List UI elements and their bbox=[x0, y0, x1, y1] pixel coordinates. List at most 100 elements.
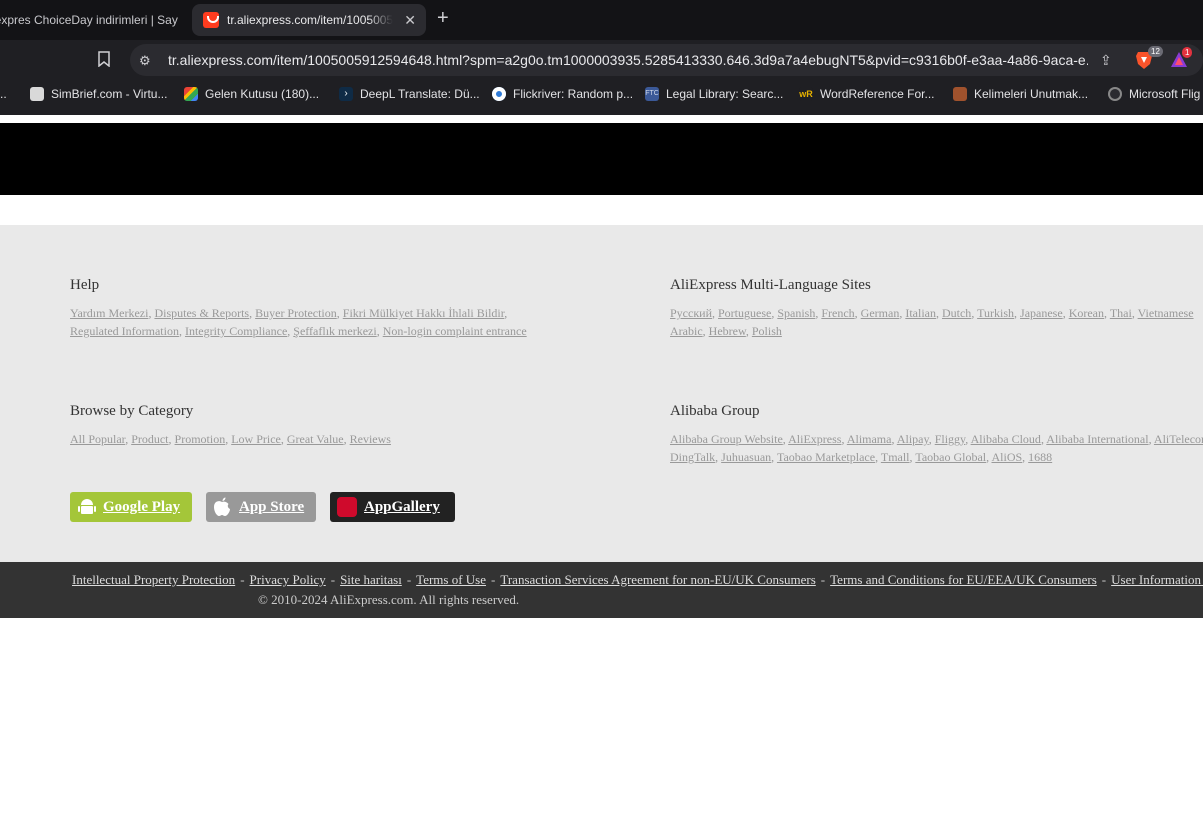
bookmark-label: Legal Library: Searc... bbox=[666, 87, 784, 101]
bookmark-item[interactable]: Microsoft Flig bbox=[1108, 87, 1200, 101]
footer-link[interactable]: Alibaba Group Website bbox=[670, 432, 783, 446]
footer-link[interactable]: Buyer Protection bbox=[255, 306, 337, 320]
footer-link[interactable]: Alibaba Cloud bbox=[971, 432, 1041, 446]
footer-link[interactable]: Taobao Global bbox=[915, 450, 986, 464]
app-gallery-button[interactable]: AppGallery bbox=[330, 492, 455, 522]
footer-link[interactable]: Regulated Information bbox=[70, 324, 179, 338]
footer-link[interactable]: Yardım Merkezi bbox=[70, 306, 148, 320]
footer-link[interactable]: Turkish bbox=[977, 306, 1014, 320]
flickriver-icon bbox=[492, 87, 506, 101]
bookmark-item[interactable]: Kelimeleri Unutmak... bbox=[953, 87, 1088, 101]
footer-link[interactable]: French bbox=[821, 306, 854, 320]
bookmark-label: Flickriver: Random p... bbox=[513, 87, 634, 101]
footer-link[interactable]: Italian bbox=[905, 306, 936, 320]
msfs-icon bbox=[1108, 87, 1122, 101]
footer-link[interactable]: Dutch bbox=[942, 306, 971, 320]
footer-link[interactable]: Arabic bbox=[670, 324, 703, 338]
footer-link[interactable]: Русский bbox=[670, 306, 712, 320]
alibaba-links-line2: DingTalk, Juhuasuan, Taobao Marketplace,… bbox=[670, 450, 1053, 464]
footer-link[interactable]: AliOS bbox=[991, 450, 1022, 464]
google-play-button[interactable]: Google Play bbox=[70, 492, 192, 522]
legal-link[interactable]: Intellectual Property Protection bbox=[72, 572, 235, 587]
footer-link[interactable]: Great Value bbox=[287, 432, 344, 446]
footer-link[interactable]: Alipay bbox=[897, 432, 929, 446]
footer-link[interactable]: Promotion bbox=[175, 432, 226, 446]
kelime-icon bbox=[953, 87, 967, 101]
footer-link[interactable]: Reviews bbox=[350, 432, 391, 446]
footer-link[interactable]: AliTelecom bbox=[1154, 432, 1203, 446]
legal-link[interactable]: User Information Legal Enquiry Guide bbox=[1111, 572, 1203, 587]
footer-link[interactable]: Product bbox=[131, 432, 168, 446]
bookmark-item[interactable]: › DeepL Translate: Dü... bbox=[339, 87, 480, 101]
page-top-strip bbox=[0, 115, 1203, 123]
bookmark-item[interactable]: Flickriver: Random p... bbox=[492, 87, 633, 101]
footer-link[interactable]: Portuguese bbox=[718, 306, 771, 320]
bookmark-label: Gelen Kutusu (180)... bbox=[205, 87, 320, 101]
legal-link[interactable]: Privacy Policy bbox=[250, 572, 326, 587]
footer-link[interactable]: Non-login complaint entrance bbox=[383, 324, 527, 338]
share-icon[interactable]: ⇪ bbox=[1100, 52, 1112, 69]
toolbar: ⚙ tr.aliexpress.com/item/100500591259464… bbox=[0, 40, 1203, 80]
footer-link[interactable]: German bbox=[861, 306, 900, 320]
bookmark-partial[interactable]: i... bbox=[0, 87, 7, 101]
footer-link[interactable]: Spanish bbox=[777, 306, 815, 320]
address-bar[interactable]: ⚙ tr.aliexpress.com/item/100500591259464… bbox=[130, 44, 1203, 76]
footer-link[interactable]: Juhuasuan bbox=[721, 450, 771, 464]
multilang-links-line1: Русский, Portuguese, Spanish, French, Ge… bbox=[670, 306, 1194, 320]
bookmark-item[interactable]: SimBrief.com - Virtu... bbox=[30, 87, 167, 101]
app-store-button[interactable]: App Store bbox=[206, 492, 316, 522]
new-tab-plus-icon[interactable]: + bbox=[437, 8, 449, 28]
footer-link[interactable]: 1688 bbox=[1028, 450, 1052, 464]
legal-link[interactable]: Site haritası bbox=[340, 572, 402, 587]
legal-line1: Intellectual Property Protection - Privacy… bbox=[72, 572, 1203, 588]
footer-link[interactable]: Disputes & Reports bbox=[154, 306, 249, 320]
footer-link[interactable]: Şeffaflık merkezi bbox=[293, 324, 376, 338]
app-store-label: App Store bbox=[239, 498, 305, 515]
footer-link[interactable]: All Popular bbox=[70, 432, 125, 446]
site-info-icon[interactable]: ⚙ bbox=[139, 53, 151, 69]
footer-link[interactable]: Thai bbox=[1110, 306, 1132, 320]
alibaba-links-line1: Alibaba Group Website, AliExpress, Alima… bbox=[670, 430, 1203, 448]
footer-link[interactable]: Tmall bbox=[881, 450, 910, 464]
bookmark-item[interactable]: Gelen Kutusu (180)... bbox=[184, 87, 319, 101]
footer-link[interactable]: Fliggy bbox=[935, 432, 966, 446]
footer-link[interactable]: Alimama bbox=[847, 432, 892, 446]
url-text[interactable]: tr.aliexpress.com/item/1005005912594648.… bbox=[168, 52, 1088, 68]
footer-link[interactable]: Alibaba International bbox=[1046, 432, 1148, 446]
google-play-label: Google Play bbox=[103, 498, 181, 515]
footer-link[interactable]: AliExpress bbox=[788, 432, 841, 446]
bookmark-item[interactable]: FTC Legal Library: Searc... bbox=[645, 87, 783, 101]
footer-link[interactable]: Polish bbox=[752, 324, 782, 338]
footer-link[interactable]: Low Price bbox=[231, 432, 281, 446]
footer-link[interactable]: Fikri Mülkiyet Hakkı İhlali Bildir bbox=[343, 306, 505, 320]
close-icon[interactable]: ✕ bbox=[404, 12, 416, 29]
copyright-text: © 2010-2024 AliExpress.com. All rights r… bbox=[258, 592, 520, 607]
aliexpress-favicon-icon bbox=[203, 12, 219, 28]
help-links: Yardım Merkezi, Disputes & Reports, Buye… bbox=[70, 304, 630, 340]
footer-link[interactable]: Korean bbox=[1069, 306, 1104, 320]
footer-link[interactable]: Integrity Compliance bbox=[185, 324, 287, 338]
legal-link[interactable]: Terms of Use bbox=[416, 572, 486, 587]
browser-chrome: iexpres ChoiceDay indirimleri | Say tr.a… bbox=[0, 0, 1203, 115]
footer-link[interactable]: Hebrew bbox=[709, 324, 746, 338]
footer-link[interactable]: Japanese bbox=[1020, 306, 1063, 320]
section-title: Help bbox=[70, 277, 100, 293]
footer-link[interactable]: Taobao Marketplace bbox=[777, 450, 875, 464]
bookmark-icon[interactable] bbox=[98, 51, 110, 67]
footer-link[interactable]: DingTalk bbox=[670, 450, 715, 464]
bookmark-item[interactable]: wR WordReference For... bbox=[799, 87, 935, 101]
deepl-icon: › bbox=[339, 87, 353, 101]
alibaba-links: Alibaba Group Website, AliExpress, Alima… bbox=[670, 430, 1203, 466]
tab-title: iexpres ChoiceDay indirimleri | Say bbox=[0, 13, 178, 27]
tab-aliexpress-item[interactable]: tr.aliexpress.com/item/1005005 ✕ bbox=[192, 4, 426, 36]
tab-strip: iexpres ChoiceDay indirimleri | Say tr.a… bbox=[0, 0, 1203, 40]
legal-link[interactable]: Terms and Conditions for EU/EEA/UK Consu… bbox=[830, 572, 1097, 587]
help-links-line1: Yardım Merkezi, Disputes & Reports, Buye… bbox=[70, 306, 508, 320]
apple-icon bbox=[214, 497, 230, 516]
ftc-icon: FTC bbox=[645, 87, 659, 101]
tab-choiceday[interactable]: iexpres ChoiceDay indirimleri | Say bbox=[0, 4, 186, 36]
footer-link[interactable]: Vietnamese bbox=[1138, 306, 1194, 320]
legal-bar: Intellectual Property Protection - Privacy… bbox=[0, 562, 1203, 618]
legal-link[interactable]: Transaction Services Agreement for non-E… bbox=[500, 572, 815, 587]
help-links-line2: Regulated Information, Integrity Complia… bbox=[70, 324, 527, 338]
